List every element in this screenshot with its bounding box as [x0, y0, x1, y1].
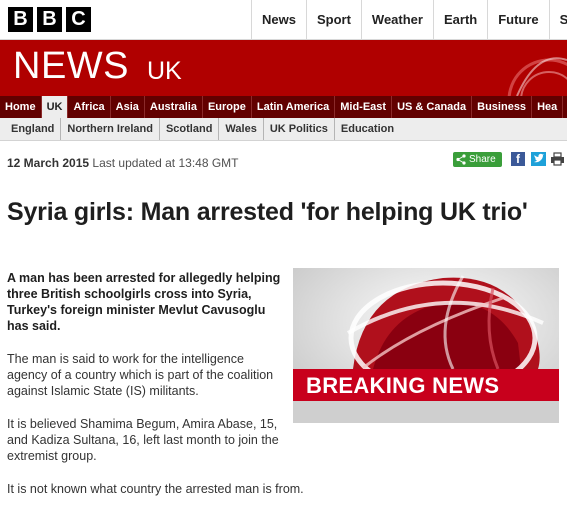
main-nav-us-canada[interactable]: US & Canada: [392, 96, 473, 118]
facebook-icon[interactable]: f: [511, 152, 525, 166]
article-paragraph: It is believed Shamima Begum, Amira Abas…: [7, 417, 279, 463]
main-nav-latin-america[interactable]: Latin America: [252, 96, 336, 118]
top-nav: News Sport Weather Earth Future Sho: [251, 0, 567, 39]
bbc-logo[interactable]: B B C: [8, 7, 91, 32]
top-nav-earth[interactable]: Earth: [432, 0, 487, 39]
sub-nav-england[interactable]: England: [0, 118, 62, 140]
main-nav: Home UK Africa Asia Australia Europe Lat…: [0, 96, 567, 118]
main-nav-business[interactable]: Business: [472, 96, 533, 118]
logo-letter-b2: B: [37, 7, 62, 32]
edition-label: UK: [147, 57, 182, 85]
sub-nav-wales[interactable]: Wales: [219, 118, 264, 140]
sub-nav-education[interactable]: Education: [335, 118, 400, 140]
breaking-news-image: BREAKING NEWS: [293, 268, 559, 423]
masthead-decoration: [507, 57, 567, 96]
top-bar: B B C News Sport Weather Earth Future Sh…: [0, 0, 567, 40]
main-nav-europe[interactable]: Europe: [203, 96, 252, 118]
twitter-icon[interactable]: [531, 152, 546, 166]
sub-nav: England Northern Ireland Scotland Wales …: [0, 118, 567, 141]
last-updated: Last updated at 13:48 GMT: [92, 156, 239, 170]
main-nav-mid-east[interactable]: Mid-East: [335, 96, 393, 118]
share-icon: [456, 154, 466, 165]
share-button[interactable]: Share: [453, 152, 502, 167]
top-nav-future[interactable]: Future: [487, 0, 548, 39]
dateline: 12 March 2015 Last updated at 13:48 GMT: [7, 156, 239, 170]
top-nav-weather[interactable]: Weather: [360, 0, 433, 39]
main-nav-australia[interactable]: Australia: [145, 96, 203, 118]
sub-nav-scotland[interactable]: Scotland: [160, 118, 220, 140]
main-nav-africa[interactable]: Africa: [68, 96, 111, 118]
breaking-news-banner: BREAKING NEWS: [293, 369, 559, 401]
main-nav-uk[interactable]: UK: [41, 96, 69, 118]
main-nav-asia[interactable]: Asia: [111, 96, 145, 118]
sub-nav-uk-politics[interactable]: UK Politics: [264, 118, 335, 140]
top-nav-shop[interactable]: Sho: [548, 0, 567, 39]
top-nav-news[interactable]: News: [251, 0, 306, 39]
logo-letter-b1: B: [8, 7, 33, 32]
article-headline: Syria girls: Man arrested 'for helping U…: [7, 198, 528, 226]
main-nav-health[interactable]: Hea: [532, 96, 564, 118]
logo-letter-c: C: [66, 7, 91, 32]
news-title[interactable]: NEWS: [13, 45, 129, 88]
article-paragraph: It is not known what country the arreste…: [7, 482, 304, 496]
breaking-news-text: BREAKING NEWS: [306, 373, 500, 398]
article-intro: A man has been arrested for allegedly he…: [7, 271, 281, 333]
main-nav-home[interactable]: Home: [0, 96, 42, 118]
article-paragraph: The man is said to work for the intellig…: [7, 352, 274, 398]
news-masthead: NEWS UK: [0, 40, 567, 96]
share-label: Share: [469, 154, 496, 165]
top-nav-sport[interactable]: Sport: [305, 0, 361, 39]
print-icon[interactable]: [550, 152, 565, 166]
sub-nav-northern-ireland[interactable]: Northern Ireland: [61, 118, 160, 140]
article-date: 12 March 2015: [7, 156, 90, 170]
